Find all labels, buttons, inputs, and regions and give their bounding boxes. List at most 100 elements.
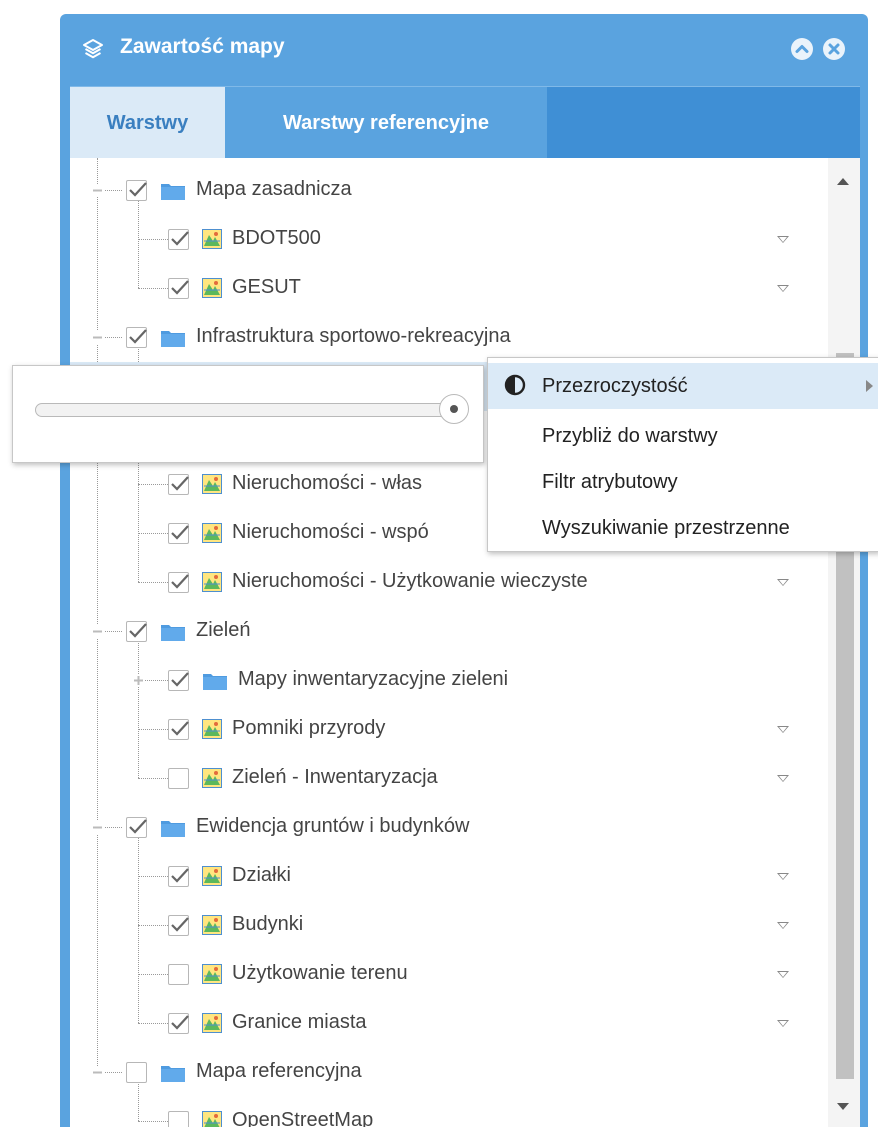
layer-options-dropdown-icon[interactable] xyxy=(777,922,789,929)
layer-visibility-checkbox[interactable] xyxy=(168,278,189,299)
tab-warstwy[interactable]: Warstwy xyxy=(70,87,225,159)
tree-group-row[interactable]: Mapa zasadnicza xyxy=(70,166,828,215)
checkmark-icon xyxy=(171,280,189,295)
scroll-down-arrow[interactable] xyxy=(837,1103,849,1110)
collapse-minus-icon[interactable] xyxy=(91,1066,104,1079)
layer-options-dropdown-icon[interactable] xyxy=(777,236,789,243)
layer-options-dropdown-icon[interactable] xyxy=(777,726,789,733)
tree-group-row[interactable]: Zieleń xyxy=(70,607,828,656)
tree-group-row[interactable]: Infrastruktura sportowo-rekreacyjna xyxy=(70,313,828,362)
opacity-slider-track[interactable] xyxy=(35,403,463,417)
tree-item-label: Budynki xyxy=(232,913,304,935)
tree-layer-row[interactable]: Granice miasta xyxy=(70,999,828,1048)
layer-visibility-checkbox[interactable] xyxy=(126,180,147,201)
map-layer-icon xyxy=(202,229,222,249)
tree-connector xyxy=(138,925,168,926)
expand-plus-icon[interactable] xyxy=(132,674,145,687)
tree-connector xyxy=(138,974,168,975)
layer-visibility-checkbox[interactable] xyxy=(168,523,189,544)
tree-layer-row[interactable]: Nieruchomości - Użytkowanie wieczyste xyxy=(70,558,828,607)
layer-visibility-checkbox[interactable] xyxy=(168,1013,189,1034)
tree-group-row[interactable]: Ewidencja gruntów i budynków xyxy=(70,803,828,852)
tree-layer-row[interactable]: Działki xyxy=(70,852,828,901)
layer-options-dropdown-icon[interactable] xyxy=(777,1020,789,1027)
opacity-slider-thumb[interactable] xyxy=(439,394,469,424)
tree-layer-row[interactable]: Pomniki przyrody xyxy=(70,705,828,754)
checkmark-icon xyxy=(171,231,189,246)
menu-item-attribute-filter[interactable]: Filtr atrybutowy xyxy=(488,459,878,505)
tree-layer-row[interactable]: BDOT500 xyxy=(70,215,828,264)
map-layer-icon xyxy=(202,1111,222,1127)
layer-options-dropdown-icon[interactable] xyxy=(777,971,789,978)
layer-visibility-checkbox[interactable] xyxy=(168,866,189,887)
tree-connector xyxy=(138,582,168,583)
tree-item-label: Mapa zasadnicza xyxy=(196,178,352,200)
layer-options-dropdown-icon[interactable] xyxy=(777,579,789,586)
layer-visibility-checkbox[interactable] xyxy=(168,915,189,936)
layer-visibility-checkbox[interactable] xyxy=(168,670,189,691)
tree-item-label: OpenStreetMap xyxy=(232,1109,374,1127)
tree-item-label: Nieruchomości - włas xyxy=(232,472,423,494)
tree-connector xyxy=(138,1121,168,1122)
checkmark-icon xyxy=(171,476,189,491)
opacity-slider-popup xyxy=(12,365,484,463)
collapse-minus-icon[interactable] xyxy=(91,625,104,638)
layer-visibility-checkbox[interactable] xyxy=(168,1111,189,1127)
folder-icon xyxy=(161,625,185,641)
layer-visibility-checkbox[interactable] xyxy=(168,768,189,789)
tree-connector xyxy=(138,288,168,289)
layer-visibility-checkbox[interactable] xyxy=(168,719,189,740)
layer-visibility-checkbox[interactable] xyxy=(168,474,189,495)
collapse-minus-icon[interactable] xyxy=(91,821,104,834)
menu-item-zoom-to-layer[interactable]: Przybliż do warstwy xyxy=(488,413,878,459)
tree-group-row[interactable]: Mapa referencyjna xyxy=(70,1048,828,1097)
tree-layer-row[interactable]: Budynki xyxy=(70,901,828,950)
layer-visibility-checkbox[interactable] xyxy=(126,327,147,348)
folder-icon xyxy=(161,821,185,837)
scroll-up-arrow[interactable] xyxy=(837,178,849,185)
panel-header[interactable]: Zawartość mapy xyxy=(60,14,868,86)
collapse-minus-icon[interactable] xyxy=(91,184,104,197)
tree-item-label: Nieruchomości - wspó xyxy=(232,521,429,543)
tree-layer-row[interactable]: Użytkowanie terenu xyxy=(70,950,828,999)
tree-item-label: Nieruchomości - Użytkowanie wieczyste xyxy=(232,570,588,592)
tree-group-row[interactable]: Mapy inwentaryzacyjne zieleni xyxy=(70,656,828,705)
layer-options-dropdown-icon[interactable] xyxy=(777,285,789,292)
panel-title: Zawartość mapy xyxy=(120,35,285,58)
layer-context-menu: Przezroczystość Przybliż do warstwy Filt… xyxy=(487,357,878,552)
map-layer-icon xyxy=(202,964,222,984)
tree-item-label: Działki xyxy=(232,864,291,886)
tree-item-label: BDOT500 xyxy=(232,227,321,249)
collapse-button[interactable] xyxy=(791,38,813,60)
tree-layer-row[interactable]: GESUT xyxy=(70,264,828,313)
checkmark-icon xyxy=(171,917,189,932)
layer-tree: Mapa zasadnicza BDOT500 GESUT Infrastruktur… xyxy=(70,158,860,1127)
tree-connector xyxy=(138,484,168,485)
tree-connector xyxy=(138,239,168,240)
menu-item-label: Filtr atrybutowy xyxy=(542,471,678,493)
layer-visibility-checkbox[interactable] xyxy=(168,572,189,593)
scrollbar[interactable] xyxy=(828,158,860,1127)
checkmark-icon xyxy=(129,623,147,638)
close-button[interactable] xyxy=(823,38,845,60)
layer-options-dropdown-icon[interactable] xyxy=(777,775,789,782)
tree-layer-row[interactable]: Zieleń - Inwentaryzacja xyxy=(70,754,828,803)
checkmark-icon xyxy=(129,182,147,197)
checkmark-icon xyxy=(171,574,189,589)
layer-visibility-checkbox[interactable] xyxy=(126,1062,147,1083)
checkmark-icon xyxy=(171,1015,189,1030)
tree-item-label: Pomniki przyrody xyxy=(232,717,386,739)
tree-item-label: Użytkowanie terenu xyxy=(232,962,408,984)
menu-item-label: Przezroczystość xyxy=(542,375,688,397)
layer-options-dropdown-icon[interactable] xyxy=(777,873,789,880)
menu-item-transparency[interactable]: Przezroczystość xyxy=(488,363,878,409)
tab-warstwy-referencyjne[interactable]: Warstwy referencyjne xyxy=(225,87,547,159)
collapse-minus-icon[interactable] xyxy=(91,331,104,344)
layer-visibility-checkbox[interactable] xyxy=(126,817,147,838)
layer-visibility-checkbox[interactable] xyxy=(168,964,189,985)
layer-visibility-checkbox[interactable] xyxy=(168,229,189,250)
menu-item-spatial-search[interactable]: Wyszukiwanie przestrzenne xyxy=(488,505,878,551)
tree-layer-row[interactable]: OpenStreetMap xyxy=(70,1097,828,1127)
checkmark-icon xyxy=(171,721,189,736)
layer-visibility-checkbox[interactable] xyxy=(126,621,147,642)
